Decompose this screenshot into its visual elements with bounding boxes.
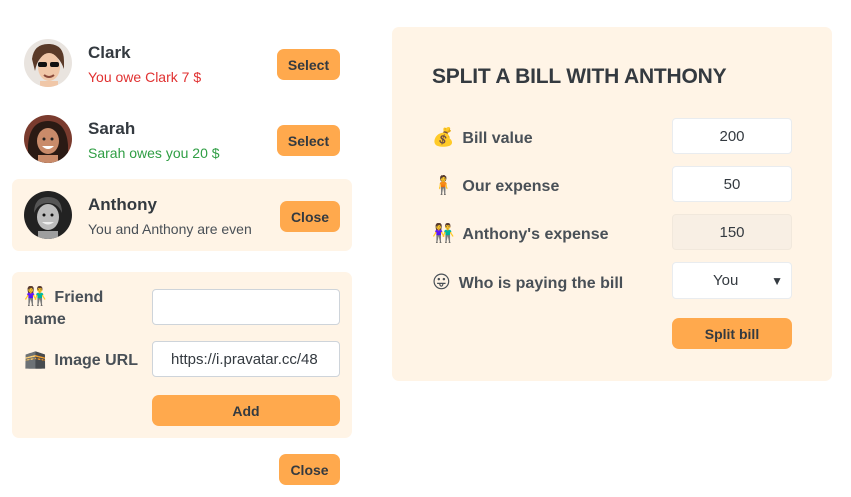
kaaba-icon: 🕋 [24, 349, 47, 370]
friend-name: Sarah [88, 119, 136, 138]
couple-icon: 👫 [432, 223, 455, 244]
couple-icon: 👫 [24, 286, 47, 307]
bill-value-label: 💰 Bill value [432, 127, 533, 148]
avatar-sarah [24, 115, 72, 163]
person-icon: 🧍 [432, 175, 455, 196]
chevron-down-icon: ▼ [771, 273, 783, 288]
split-bill-button[interactable]: Split bill [672, 318, 792, 349]
payer-label: 😛 Who is paying the bill [432, 272, 624, 293]
friend-item-clark: Clark You owe Clark 7 $ Select [12, 27, 352, 99]
friend-name: Anthony [88, 195, 157, 214]
money-bag-icon: 💰 [432, 127, 455, 148]
friend-name-input[interactable] [152, 289, 340, 325]
split-form-title: SPLIT A BILL WITH ANTHONY [432, 65, 727, 88]
payer-selected-value: You [713, 271, 739, 289]
select-sarah-button[interactable]: Select [277, 125, 340, 156]
friend-name-label: 👫 Friend name [24, 286, 104, 328]
payer-select[interactable]: You ▼ [672, 262, 792, 299]
add-button[interactable]: Add [152, 395, 340, 426]
bill-value-input[interactable] [672, 118, 792, 154]
our-expense-label: 🧍 Our expense [432, 175, 560, 196]
friend-name: Clark [88, 43, 131, 62]
friend-balance: You and Anthony are even [88, 221, 252, 237]
close-add-form-button[interactable]: Close [279, 454, 340, 485]
avatar-anthony [24, 191, 72, 239]
friend-item-sarah: Sarah Sarah owes you 20 $ Select [12, 103, 352, 175]
friend-item-anthony: Anthony You and Anthony are even Close [12, 179, 352, 251]
our-expense-input[interactable] [672, 166, 792, 202]
avatar-clark [24, 39, 72, 87]
friend-balance: You owe Clark 7 $ [88, 69, 202, 85]
select-clark-button[interactable]: Select [277, 49, 340, 80]
friends-list: Clark You owe Clark 7 $ Select Sarah Sar… [12, 27, 352, 255]
friend-balance: Sarah owes you 20 $ [88, 145, 220, 161]
friend-expense-input [672, 214, 792, 250]
close-anthony-button[interactable]: Close [280, 201, 340, 232]
split-bill-form: SPLIT A BILL WITH ANTHONY 💰Bill value 🧍O… [392, 27, 832, 381]
image-url-label: 🕋 Image URL [24, 349, 138, 370]
tongue-face-icon: 😛 [432, 272, 451, 293]
friend-expense-label: 👫 Anthony's expense [432, 223, 609, 244]
image-url-input[interactable] [152, 341, 340, 377]
add-friend-form: 👫Friend name 🕋Image URL Add [12, 272, 352, 438]
